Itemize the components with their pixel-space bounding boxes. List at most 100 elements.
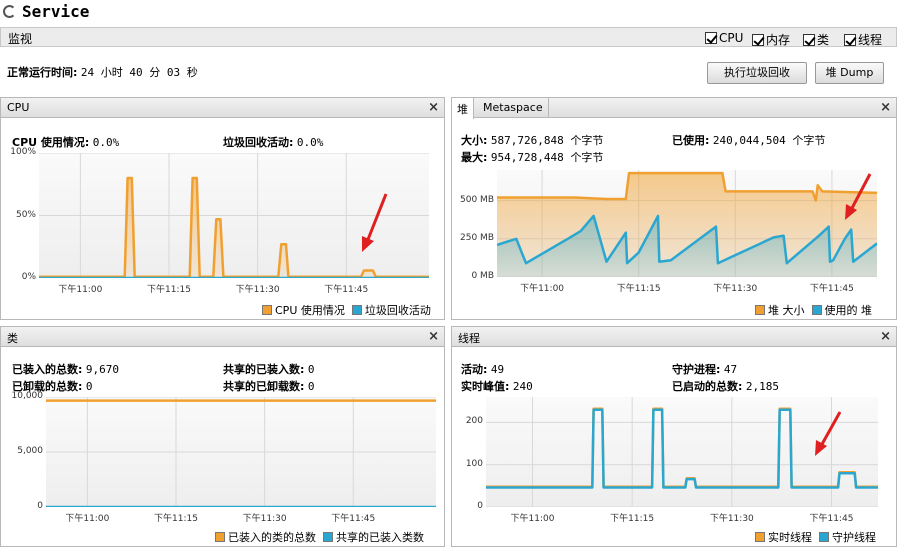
stat-value: 0.0% — [92, 136, 120, 149]
thread-legend: 实时线程 守护线程 — [755, 529, 876, 545]
y-tick-label: 0 — [37, 501, 43, 511]
panel-header: 类 × — [1, 327, 444, 347]
stat-label: 已装入的总数: — [12, 363, 83, 376]
close-icon[interactable]: × — [428, 100, 439, 115]
tab-heap[interactable]: 堆 — [452, 98, 474, 119]
panel-title: 类 — [7, 332, 18, 345]
heap-dump-button[interactable]: 堆 Dump — [815, 62, 884, 84]
heap-panel: 堆 Metaspace × 大小: 587,726,848 个字节 已使用: 2… — [451, 97, 897, 320]
y-tick-label: 5,000 — [17, 446, 43, 456]
checkbox-label: 线程 — [858, 33, 883, 47]
x-tick-label: 下午11:15 — [154, 514, 198, 524]
stat-label: 活动: — [461, 363, 488, 376]
stat-value: 0 — [307, 363, 315, 376]
stat-value: 587,726,848 个字节 — [490, 134, 604, 147]
chart-svg — [497, 170, 877, 277]
legend-label: 共享的已装入类数 — [336, 531, 424, 544]
x-tick-label: 下午11:15 — [616, 284, 661, 294]
legend-swatch-blue — [811, 305, 822, 315]
y-tick-label: 10,000 — [11, 391, 44, 401]
legend-swatch-orange — [262, 305, 272, 315]
legend-label: 堆 大小 — [768, 304, 805, 317]
legend-swatch-blue — [323, 532, 333, 542]
close-icon[interactable]: × — [880, 100, 891, 115]
annotation-arrow-icon — [845, 173, 872, 220]
close-icon[interactable]: × — [880, 329, 891, 344]
started-threads-stat: 已启动的总数: 2,185 — [672, 378, 779, 394]
loaded-total-stat: 已装入的总数: 9,670 — [12, 361, 119, 377]
stat-label: 垃圾回收活动: — [223, 136, 294, 149]
x-tick-label: 下午11:15 — [610, 514, 655, 524]
stat-value: 47 — [723, 363, 738, 376]
stat-value: 2,185 — [745, 380, 780, 393]
close-icon[interactable]: × — [428, 329, 439, 344]
checkbox-checked-icon — [803, 34, 815, 46]
x-tick-label: 下午11:00 — [65, 514, 110, 524]
daemon-threads-stat: 守护进程: 47 — [672, 361, 737, 377]
y-tick-label: 500 MB — [460, 194, 494, 205]
checkbox-label: CPU — [719, 31, 744, 45]
stat-value: 240 — [512, 380, 533, 393]
live-threads-stat: 活动: 49 — [461, 361, 504, 377]
gc-activity-stat: 垃圾回收活动: 0.0% — [223, 134, 323, 150]
x-tick-label: 下午11:00 — [510, 514, 555, 524]
x-tick-label: 下午11:30 — [713, 284, 758, 294]
x-tick-label: 下午11:45 — [809, 514, 854, 524]
loading-icon — [3, 5, 16, 18]
stat-value: 0 — [85, 380, 93, 393]
x-tick-label: 下午11:30 — [242, 514, 287, 524]
y-tick-label: 250 MB — [460, 232, 494, 243]
class-panel: 类 × 已装入的总数: 9,670 共享的已装入数: 0 已卸载的总数: 0 共… — [0, 326, 445, 547]
monitor-label: 监视 — [8, 32, 33, 46]
x-tick-label: 下午11:45 — [331, 514, 376, 524]
stat-label: 已使用: — [672, 134, 710, 147]
stat-value: 954,728,448 个字节 — [490, 151, 604, 164]
title-row: Service — [0, 0, 900, 26]
legend-swatch-orange — [215, 532, 225, 542]
uptime-label: 正常运行时间: — [7, 66, 78, 79]
x-tick-label: 下午11:00 — [58, 285, 103, 295]
checkbox-label: 内存 — [766, 33, 791, 47]
panel-title: CPU — [7, 101, 30, 114]
stat-label: 大小: — [461, 134, 488, 147]
gc-button[interactable]: 执行垃圾回收 — [707, 62, 807, 84]
checkbox-memory[interactable]: 内存 — [752, 31, 791, 47]
legend-label: 垃圾回收活动 — [364, 304, 431, 317]
x-tick-label: 下午11:45 — [324, 285, 369, 295]
stat-label: 共享的已卸载数: — [223, 380, 305, 393]
stat-value: 9,670 — [85, 363, 120, 376]
annotation-arrow-icon — [815, 411, 842, 456]
legend-label: 使用的 堆 — [824, 304, 873, 317]
checkbox-threads[interactable]: 线程 — [844, 31, 883, 47]
x-tick-label: 下午11:30 — [235, 285, 280, 295]
legend-swatch-orange — [755, 532, 765, 542]
plot-area — [497, 170, 877, 277]
checkbox-checked-icon — [705, 32, 717, 44]
chart-svg — [46, 397, 436, 507]
y-tick-label: 100% — [10, 147, 36, 157]
checkbox-classes[interactable]: 类 — [803, 31, 829, 47]
shared-unloaded-stat: 共享的已卸载数: 0 — [223, 378, 315, 394]
y-tick-label: 200 — [465, 416, 483, 427]
annotation-arrow-icon — [362, 193, 388, 252]
y-tick-label: 50% — [15, 209, 36, 220]
uptime-value: 24 小时 40 分 03 秒 — [80, 66, 198, 79]
stat-label: 已启动的总数: — [672, 380, 743, 393]
legend-swatch-orange — [755, 305, 765, 315]
class-legend: 已装入的类的总数 共享的已装入类数 — [215, 529, 424, 545]
legend-swatch-blue — [819, 532, 829, 542]
legend-label: 实时线程 — [768, 531, 812, 544]
x-tick-label: 下午11:30 — [709, 514, 754, 524]
checkbox-cpu[interactable]: CPU — [705, 31, 743, 45]
shared-loaded-stat: 共享的已装入数: 0 — [223, 361, 315, 377]
checkbox-checked-icon — [752, 34, 764, 46]
monitor-bar: 监视 CPU 内存 类 线程 — [0, 27, 897, 47]
y-tick-label: 0 MB — [471, 271, 494, 281]
y-tick-label: 0% — [21, 272, 36, 282]
tab-metaspace[interactable]: Metaspace — [478, 98, 549, 118]
uptime: 正常运行时间: 24 小时 40 分 03 秒 — [7, 64, 198, 80]
legend-label: CPU 使用情况 — [275, 304, 345, 317]
panel-header: 堆 Metaspace × — [452, 98, 896, 119]
panel-header: CPU × — [1, 98, 444, 118]
stat-value: 0 — [307, 380, 315, 393]
